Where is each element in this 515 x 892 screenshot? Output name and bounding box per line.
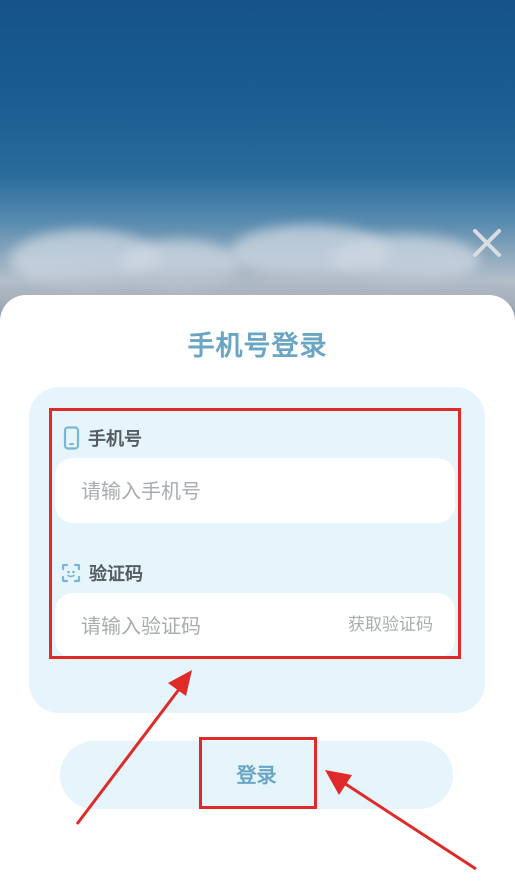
phone-input-box: [55, 458, 455, 523]
phone-label-row: 手机号: [63, 425, 142, 451]
verification-code-icon: [61, 563, 81, 583]
phone-input[interactable]: [81, 458, 331, 523]
get-code-button[interactable]: 获取验证码: [348, 593, 433, 658]
close-icon: [473, 229, 501, 257]
sky-background: [0, 0, 515, 320]
code-input-box: 获取验证码: [55, 593, 455, 658]
close-button[interactable]: [470, 226, 504, 260]
page-title: 手机号登录: [187, 331, 328, 362]
code-label: 验证码: [89, 564, 143, 585]
login-button[interactable]: 登录: [60, 741, 453, 809]
code-input[interactable]: [81, 593, 331, 658]
phone-icon: [63, 426, 80, 450]
login-button-label: 登录: [236, 763, 277, 787]
code-label-row: 验证码: [61, 560, 143, 586]
phone-label: 手机号: [88, 429, 142, 450]
